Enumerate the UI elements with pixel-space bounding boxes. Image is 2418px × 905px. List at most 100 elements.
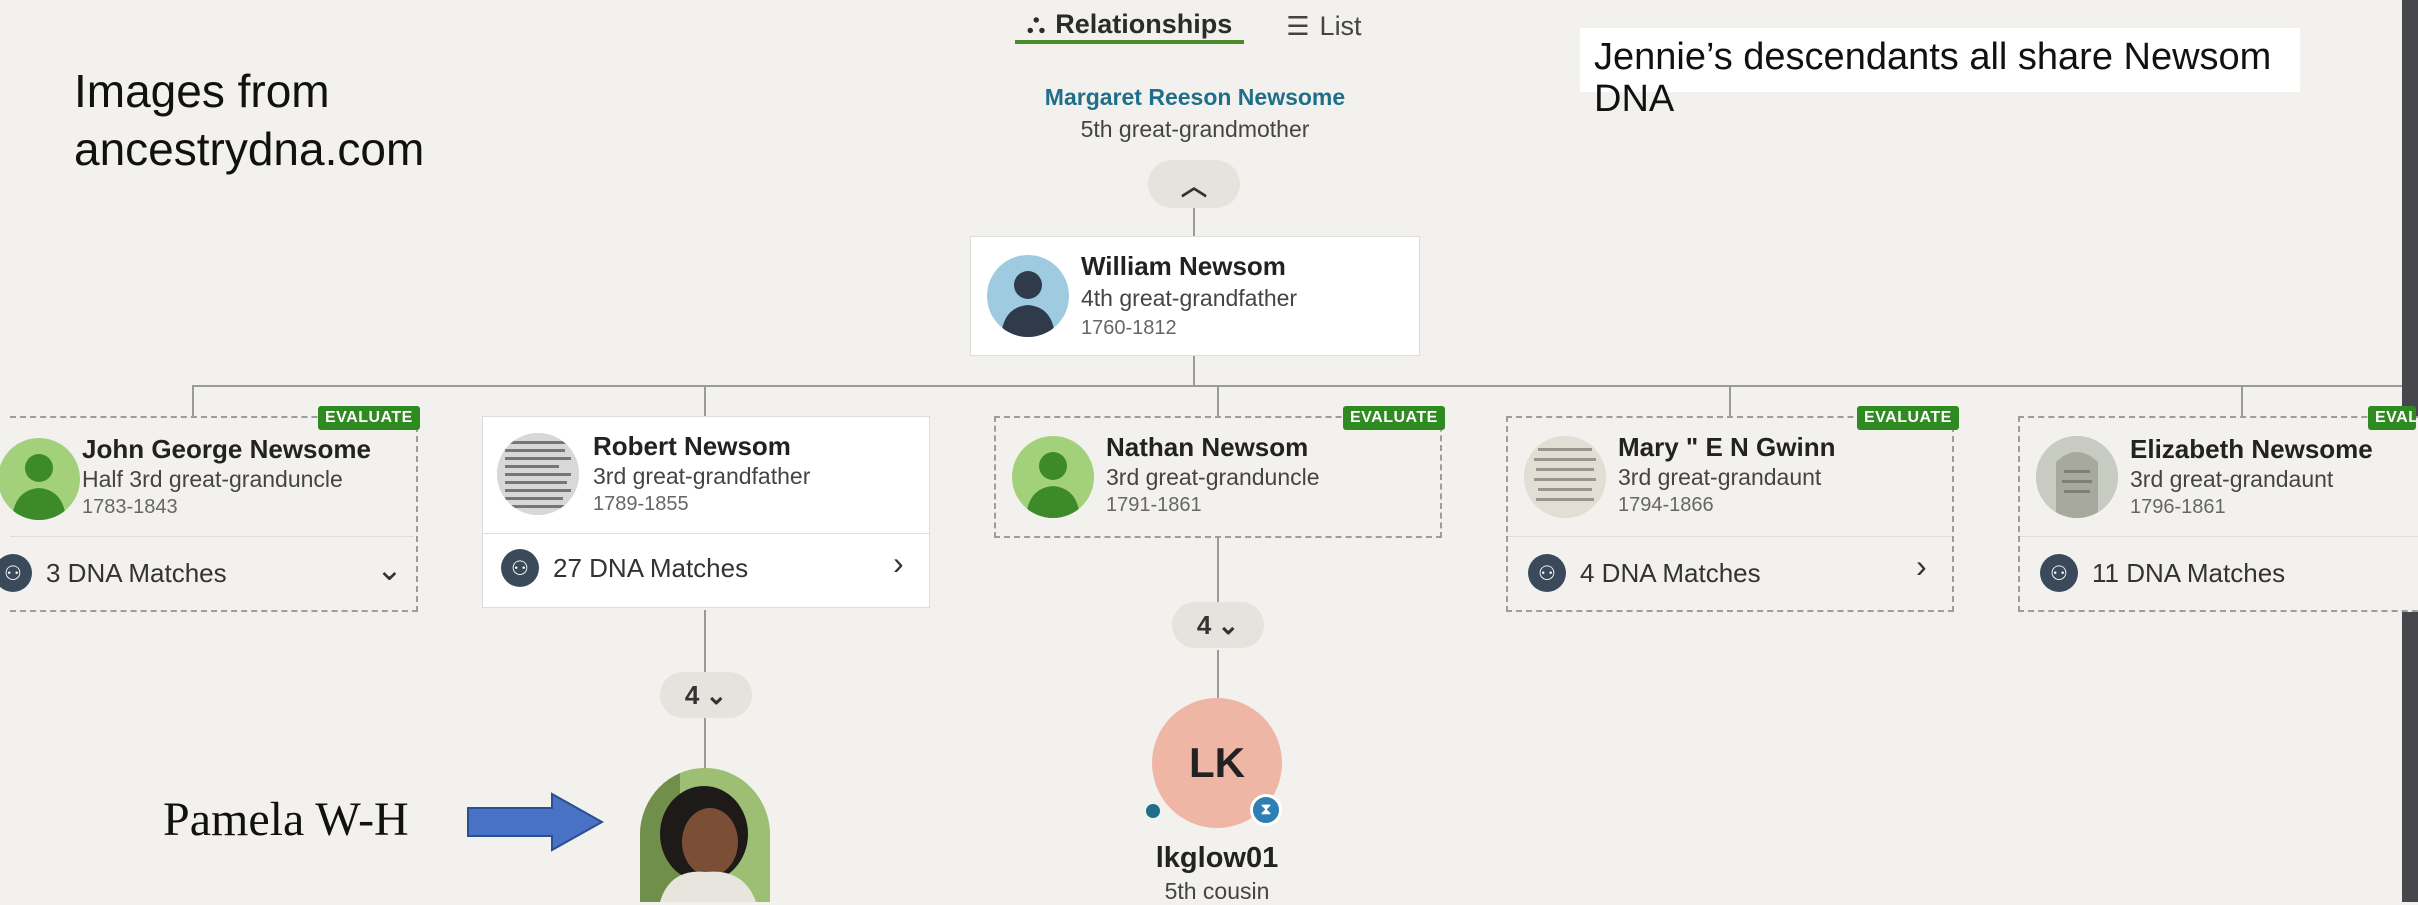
gravestone-image-icon bbox=[2036, 436, 2118, 518]
chevron-right-icon[interactable]: › bbox=[893, 545, 904, 582]
avatar bbox=[497, 433, 579, 515]
root-ancestor-link[interactable]: Margaret Reeson Newsome bbox=[1000, 84, 1390, 111]
caption-line-1: Images from bbox=[74, 65, 330, 117]
person-relation: 3rd great-grandaunt bbox=[1618, 464, 1822, 490]
match-username[interactable]: lkglow01 bbox=[1100, 842, 1334, 875]
person-name: John George Newsome bbox=[82, 434, 371, 464]
annotation-note: Jennie’s descendants all share Newsom DN… bbox=[1580, 28, 2300, 120]
sibling-connector bbox=[192, 385, 2402, 387]
tab-list[interactable]: ☰ List bbox=[1274, 0, 1373, 44]
chevron-down-icon[interactable]: ⌄ bbox=[376, 550, 403, 588]
connector bbox=[704, 385, 706, 417]
chevron-down-icon: ⌄ bbox=[705, 679, 728, 710]
person-name: Elizabeth Newsome bbox=[2130, 434, 2373, 464]
evaluate-badge[interactable]: EVALUATE bbox=[1857, 406, 1959, 430]
dna-matches-link[interactable]: ⚇ 11 DNA Matches bbox=[2040, 554, 2285, 592]
connector bbox=[704, 610, 706, 672]
chevron-up-icon: ︿ bbox=[1180, 170, 1207, 201]
source-caption: Images from ancestrydna.com bbox=[74, 62, 424, 178]
dna-matches-label: 11 DNA Matches bbox=[2092, 557, 2286, 588]
connector bbox=[2241, 385, 2243, 417]
person-relation: 3rd great-grandfather bbox=[593, 463, 811, 489]
person-years: 1760-1812 bbox=[1081, 317, 1177, 339]
dna-matches-label: 3 DNA Matches bbox=[46, 557, 227, 588]
person-card-nathan[interactable]: Nathan Newsom 3rd great-granduncle 1791-… bbox=[994, 416, 1442, 538]
person-card-mary[interactable]: Mary " E N Gwinn 3rd great-grandaunt 179… bbox=[1506, 416, 1954, 612]
connector bbox=[1193, 356, 1195, 386]
person-years: 1791-1861 bbox=[1106, 494, 1202, 516]
connector bbox=[1217, 385, 1219, 417]
person-card-robert[interactable]: Robert Newsom 3rd great-grandfather 1789… bbox=[482, 416, 930, 608]
person-relation: 4th great-grandfather bbox=[1081, 285, 1298, 311]
avatar bbox=[2036, 436, 2118, 518]
person-relation: 3rd great-grandaunt bbox=[2130, 466, 2334, 492]
connector bbox=[192, 385, 194, 417]
document-image-icon bbox=[497, 433, 579, 515]
dna-matches-icon: ⚇ bbox=[2040, 554, 2078, 592]
status-dot bbox=[1146, 804, 1160, 818]
dna-matches-label: 27 DNA Matches bbox=[553, 552, 749, 583]
avatar bbox=[0, 438, 80, 520]
connector bbox=[1729, 385, 1731, 417]
person-silhouette-icon bbox=[1026, 452, 1080, 518]
person-name: Robert Newsom bbox=[593, 431, 791, 461]
divider bbox=[10, 536, 414, 537]
connector bbox=[1193, 208, 1195, 238]
avatar bbox=[1524, 436, 1606, 518]
view-tabs: ⛬ Relationships ☰ List bbox=[1015, 0, 1374, 52]
person-name: Nathan Newsom bbox=[1106, 432, 1309, 462]
person-relation: 3rd great-granduncle bbox=[1106, 464, 1320, 490]
dna-matches-link[interactable]: ⚇ 27 DNA Matches bbox=[501, 549, 748, 587]
avatar bbox=[1012, 436, 1094, 518]
evaluate-badge[interactable]: EVALUATE bbox=[318, 406, 420, 430]
descendants-count-toggle[interactable]: 4 ⌄ bbox=[1172, 602, 1264, 648]
person-card-john-george[interactable]: John George Newsome Half 3rd great-grand… bbox=[0, 416, 418, 612]
person-silhouette-icon bbox=[1001, 271, 1055, 337]
person-years: 1789-1855 bbox=[593, 493, 689, 515]
connector bbox=[1217, 650, 1219, 700]
person-silhouette-icon bbox=[12, 454, 66, 520]
pamela-photo-avatar[interactable] bbox=[640, 768, 770, 902]
person-years: 1794-1866 bbox=[1618, 494, 1714, 516]
person-name: William Newsom bbox=[1081, 251, 1286, 281]
dna-matches-icon: ⚇ bbox=[1528, 554, 1566, 592]
pamela-label: Pamela W-H bbox=[163, 793, 409, 846]
person-card-elizabeth[interactable]: Elizabeth Newsome 3rd great-grandaunt 17… bbox=[2018, 416, 2418, 612]
descendants-count: 4 bbox=[1196, 609, 1212, 640]
avatar bbox=[987, 255, 1069, 337]
evaluate-badge[interactable]: EVALUATE bbox=[1343, 406, 1445, 430]
portrait-photo bbox=[640, 768, 770, 902]
caption-line-2: ancestrydna.com bbox=[74, 123, 425, 175]
dna-matches-icon: ⚇ bbox=[501, 549, 539, 587]
divider bbox=[483, 533, 929, 534]
divider bbox=[2020, 536, 2418, 537]
person-relation: Half 3rd great-granduncle bbox=[82, 466, 343, 492]
tab-label: List bbox=[1319, 10, 1362, 41]
tab-label: Relationships bbox=[1055, 8, 1233, 39]
avatar-initials: LK bbox=[1189, 739, 1245, 786]
descendants-count: 4 bbox=[684, 679, 700, 710]
person-years: 1796-1861 bbox=[2130, 496, 2226, 518]
gravestone-image-icon bbox=[1524, 436, 1606, 518]
tab-relationships[interactable]: ⛬ Relationships bbox=[1015, 0, 1245, 44]
dna-matches-icon: ⚇ bbox=[0, 554, 32, 592]
dna-helix-icon: ⧗ bbox=[1250, 794, 1282, 826]
dna-matches-label: 4 DNA Matches bbox=[1580, 557, 1761, 588]
connector bbox=[1217, 538, 1219, 602]
network-icon: ⛬ bbox=[1027, 8, 1046, 38]
divider bbox=[1508, 536, 1952, 537]
list-icon: ☰ bbox=[1286, 10, 1310, 41]
expand-up-button[interactable]: ︿ bbox=[1148, 160, 1240, 208]
person-card-william[interactable]: William Newsom 4th great-grandfather 176… bbox=[970, 236, 1420, 356]
person-name: Mary " E N Gwinn bbox=[1618, 432, 1836, 462]
arrow-right-icon bbox=[467, 792, 605, 852]
chevron-right-icon[interactable]: › bbox=[1916, 548, 1927, 585]
evaluate-badge[interactable]: EVALUATE bbox=[2368, 406, 2416, 430]
match-relation: 5th cousin bbox=[1164, 878, 1270, 904]
descendants-count-toggle[interactable]: 4 ⌄ bbox=[660, 672, 752, 718]
dna-matches-link[interactable]: ⚇ 4 DNA Matches bbox=[1528, 554, 1761, 592]
root-ancestor-relation: 5th great-grandmother bbox=[1080, 116, 1310, 142]
connector bbox=[704, 718, 706, 768]
person-years: 1783-1843 bbox=[82, 496, 178, 518]
dna-matches-link[interactable]: ⚇ 3 DNA Matches bbox=[0, 554, 227, 592]
